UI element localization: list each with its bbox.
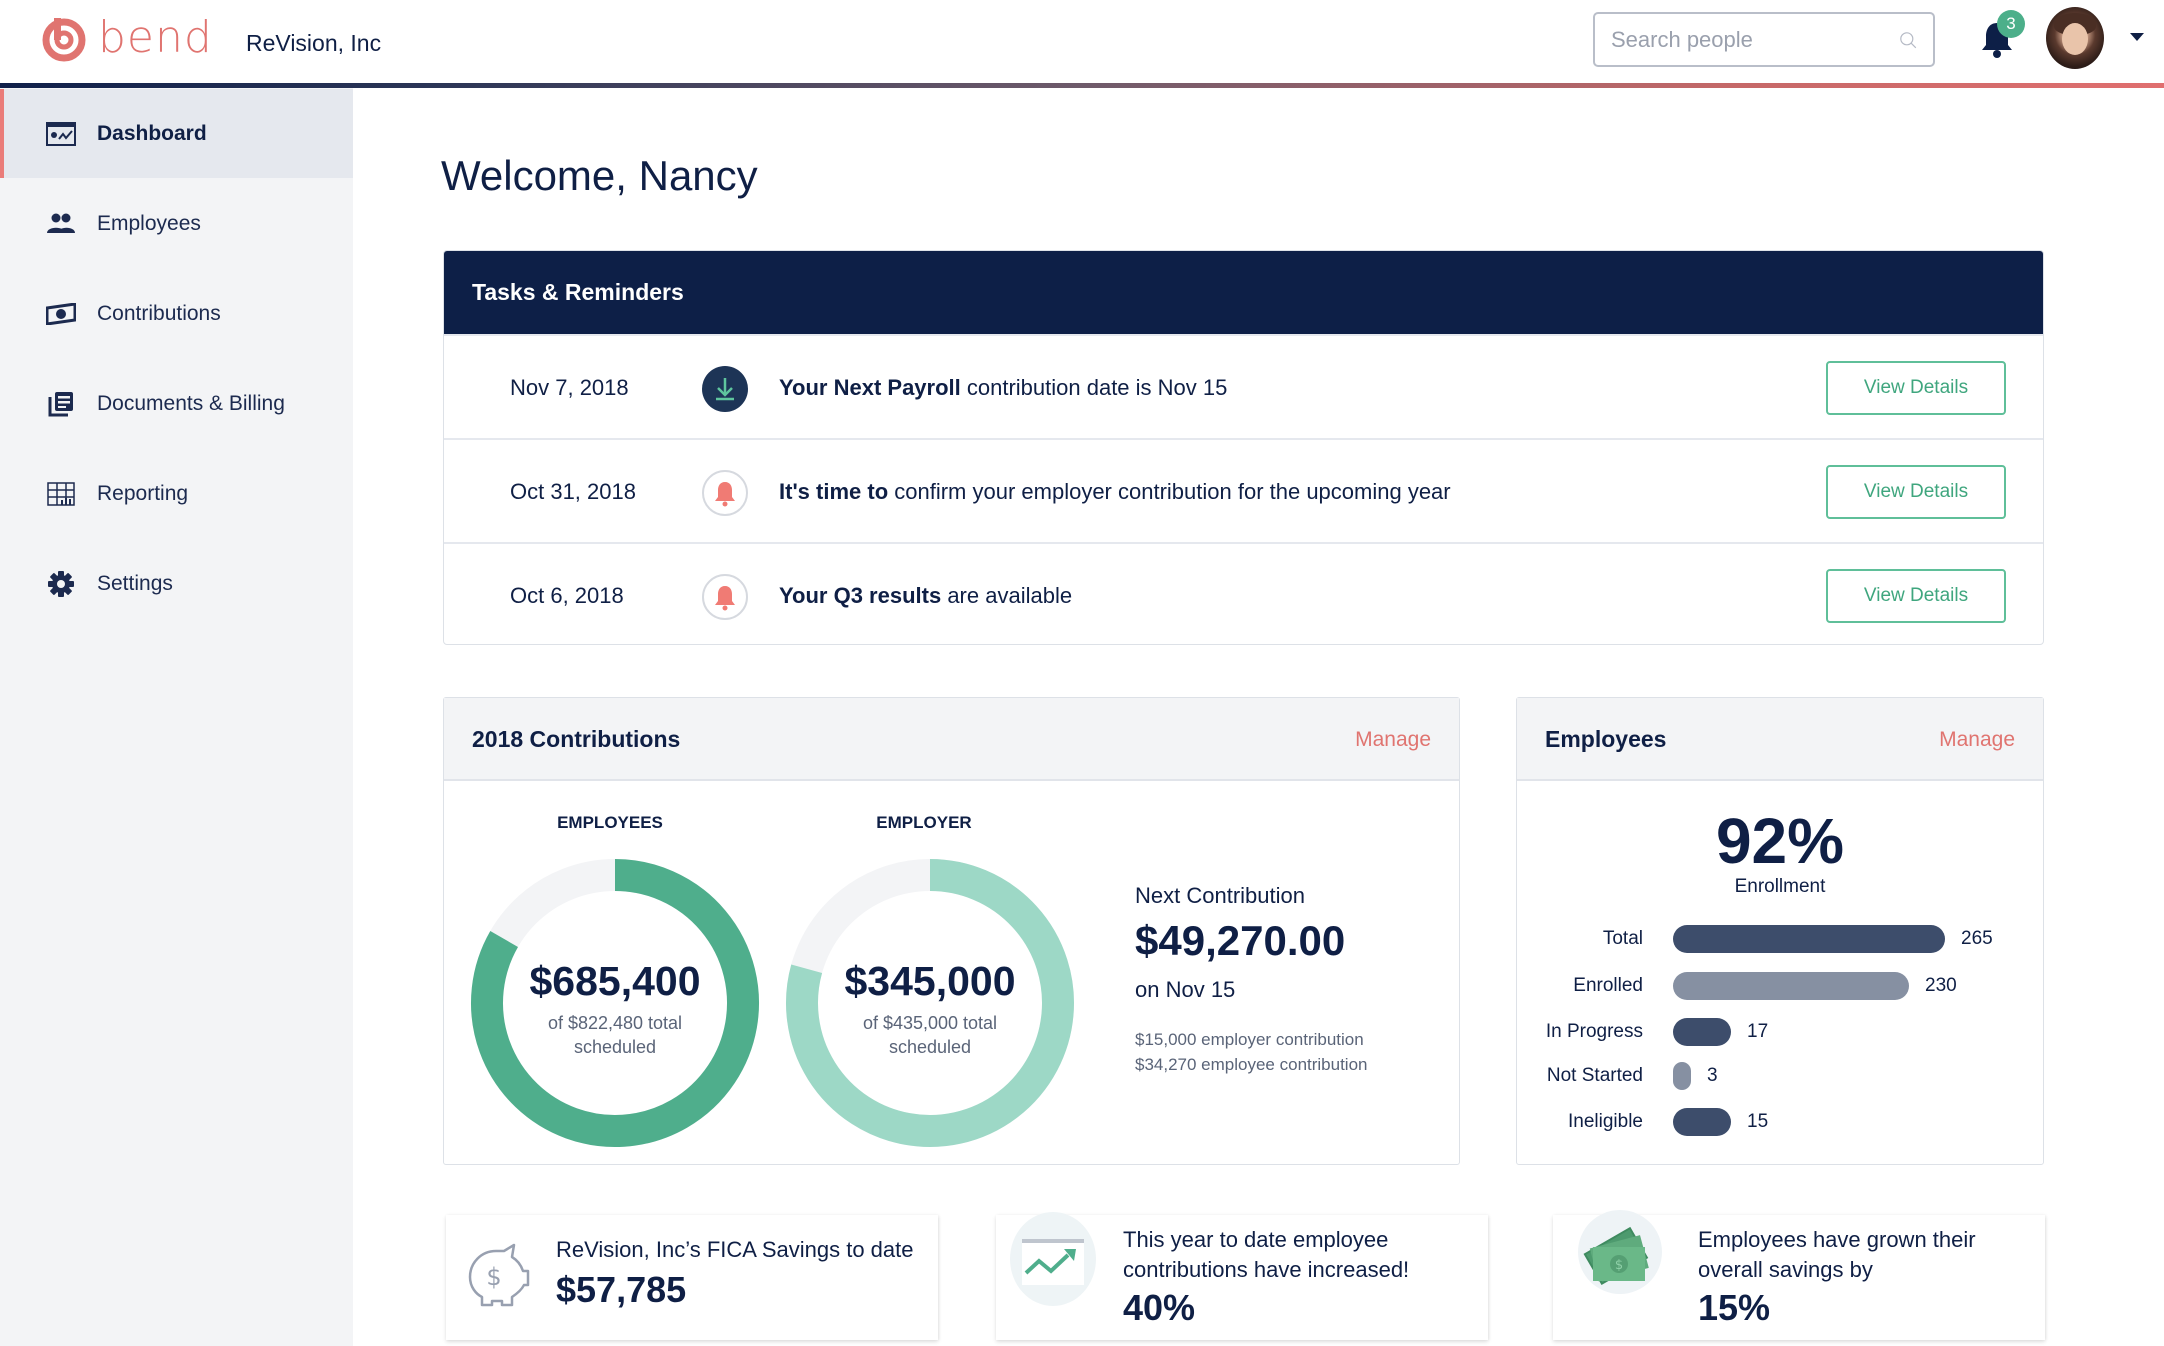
sidebar-item-employees[interactable]: Employees bbox=[0, 179, 353, 268]
bar-row-total: Total 265 bbox=[1517, 923, 2043, 955]
contributions-panel: 2018 Contributions Manage EMPLOYEES $685… bbox=[443, 697, 1460, 1165]
documents-icon bbox=[46, 389, 76, 419]
bar-row-in-progress: In Progress 17 bbox=[1517, 1016, 2043, 1048]
brand-name: bend bbox=[98, 12, 213, 63]
download-icon bbox=[702, 366, 748, 412]
bell-icon bbox=[702, 470, 748, 516]
bar-value: 17 bbox=[1747, 1021, 1769, 1042]
bar bbox=[1673, 1062, 1691, 1090]
reporting-icon bbox=[46, 479, 76, 509]
gear-icon bbox=[46, 569, 76, 599]
fica-savings-value: $57,785 bbox=[556, 1269, 687, 1310]
employer-subtext: of $435,000 total scheduled bbox=[862, 1013, 998, 1057]
employees-amount: $685,400 bbox=[529, 958, 701, 1004]
sidebar-item-dashboard[interactable]: Dashboard bbox=[0, 89, 353, 178]
next-contribution-label: Next Contribution bbox=[1135, 883, 1305, 908]
manage-contributions-link[interactable]: Manage bbox=[1355, 698, 1431, 781]
company-name: ReVision, Inc bbox=[246, 30, 382, 56]
money-icon bbox=[46, 299, 76, 329]
piggy-bank-icon: $ bbox=[468, 1243, 530, 1307]
brand-logo[interactable]: bend bbox=[40, 14, 213, 62]
bend-logo-icon bbox=[42, 18, 86, 62]
savings-growth-text: Employees have grown their overall saving… bbox=[1698, 1227, 1976, 1282]
enrollment-label: Enrollment bbox=[1734, 876, 1826, 897]
fica-savings-text: ReVision, Inc’s FICA Savings to date bbox=[556, 1237, 914, 1262]
tasks-title: Tasks & Reminders bbox=[444, 251, 2043, 334]
next-contribution: Next Contribution $49,270.00 on Nov 15 $… bbox=[1135, 883, 1368, 1077]
bar-value: 265 bbox=[1961, 928, 1993, 949]
bar bbox=[1673, 1108, 1731, 1136]
sidebar-item-documents-billing[interactable]: Documents & Billing bbox=[0, 359, 353, 448]
enrollment-percent: 92% bbox=[1715, 805, 1845, 877]
bar-label: In Progress bbox=[1545, 1021, 1643, 1042]
task-message: It's time to confirm your employer contr… bbox=[779, 479, 1451, 504]
bar bbox=[1673, 925, 1945, 953]
bar-label: Not Started bbox=[1546, 1065, 1643, 1086]
next-contribution-breakdown: $15,000 employer contribution $34,270 emp… bbox=[1135, 1030, 1368, 1074]
task-date: Oct 6, 2018 bbox=[510, 583, 624, 608]
user-avatar[interactable] bbox=[2046, 7, 2104, 69]
top-header: bend ReVision, Inc 3 bbox=[0, 0, 2164, 83]
fica-savings-card: $ ReVision, Inc’s FICA Savings to date $… bbox=[446, 1215, 938, 1340]
employees-panel: Employees Manage 92% Enrollment Total 265… bbox=[1516, 697, 2044, 1165]
view-details-button[interactable]: View Details bbox=[1826, 465, 2006, 519]
bar-label: Total bbox=[1602, 928, 1643, 949]
task-date: Nov 7, 2018 bbox=[510, 375, 629, 400]
bar-row-ineligible: Ineligible 15 bbox=[1517, 1106, 2043, 1138]
task-date: Oct 31, 2018 bbox=[510, 479, 636, 504]
view-details-button[interactable]: View Details bbox=[1826, 569, 2006, 623]
savings-growth-value: 15% bbox=[1698, 1287, 1771, 1328]
next-contribution-amount: $49,270.00 bbox=[1135, 917, 1346, 964]
task-row: Oct 6, 2018 Your Q3 results are availabl… bbox=[444, 542, 2043, 646]
people-icon bbox=[46, 209, 76, 239]
svg-text:$: $ bbox=[1615, 1258, 1623, 1273]
tasks-panel: Tasks & Reminders Nov 7, 2018 Your Next … bbox=[443, 250, 2044, 645]
user-menu-caret-icon[interactable] bbox=[2130, 33, 2144, 41]
employer-donut-label: EMPLOYER bbox=[876, 813, 972, 832]
cash-icon: $ bbox=[1578, 1210, 1662, 1294]
bar bbox=[1673, 972, 1909, 1000]
page-title: Welcome, Nancy bbox=[441, 152, 758, 199]
task-message: Your Q3 results are available bbox=[779, 583, 1073, 608]
sidebar: Dashboard Employees Contributions Docume… bbox=[0, 88, 353, 1346]
bar-row-enrolled: Enrolled 230 bbox=[1517, 970, 2043, 1002]
svg-text:$: $ bbox=[486, 1263, 501, 1291]
dashboard-icon bbox=[46, 119, 76, 149]
employees-title: Employees bbox=[1545, 726, 1667, 752]
sidebar-item-contributions[interactable]: Contributions bbox=[0, 269, 353, 358]
bar-label: Enrolled bbox=[1573, 975, 1643, 996]
view-details-button[interactable]: View Details bbox=[1826, 361, 2006, 415]
employer-amount: $345,000 bbox=[844, 958, 1016, 1004]
contributions-increase-card: This year to date employee contributions … bbox=[996, 1212, 1488, 1340]
bar-value: 3 bbox=[1707, 1065, 1718, 1086]
bar-value: 15 bbox=[1747, 1111, 1769, 1132]
task-message: Your Next Payroll contribution date is N… bbox=[779, 375, 1228, 400]
sidebar-item-settings[interactable]: Settings bbox=[0, 539, 353, 628]
search-input[interactable] bbox=[1611, 26, 1899, 53]
contributions-title: 2018 Contributions bbox=[472, 726, 681, 752]
bar-label: Ineligible bbox=[1568, 1111, 1643, 1132]
notification-badge: 3 bbox=[1997, 10, 2025, 38]
manage-employees-link[interactable]: Manage bbox=[1939, 698, 2015, 781]
savings-growth-card: $ Employees have grown their overall savi… bbox=[1553, 1210, 2045, 1340]
bar-row-not-started: Not Started 3 bbox=[1517, 1060, 2043, 1092]
sidebar-item-reporting[interactable]: Reporting bbox=[0, 449, 353, 538]
search-icon[interactable] bbox=[1899, 25, 1917, 55]
bar bbox=[1673, 1018, 1731, 1046]
next-contribution-date: on Nov 15 bbox=[1135, 977, 1236, 1002]
contributions-increase-text: This year to date employee contributions … bbox=[1123, 1227, 1410, 1282]
bar-value: 230 bbox=[1925, 975, 1957, 996]
employees-donut-label: EMPLOYEES bbox=[557, 813, 663, 832]
trend-chart-icon bbox=[1010, 1212, 1096, 1306]
employees-subtext: of $822,480 total scheduled bbox=[547, 1013, 683, 1057]
contributions-increase-value: 40% bbox=[1123, 1287, 1196, 1328]
task-row: Nov 7, 2018 Your Next Payroll contributi… bbox=[444, 334, 2043, 438]
task-row: Oct 31, 2018 It's time to confirm your e… bbox=[444, 438, 2043, 542]
search-box[interactable] bbox=[1593, 12, 1935, 67]
bell-icon bbox=[702, 574, 748, 620]
